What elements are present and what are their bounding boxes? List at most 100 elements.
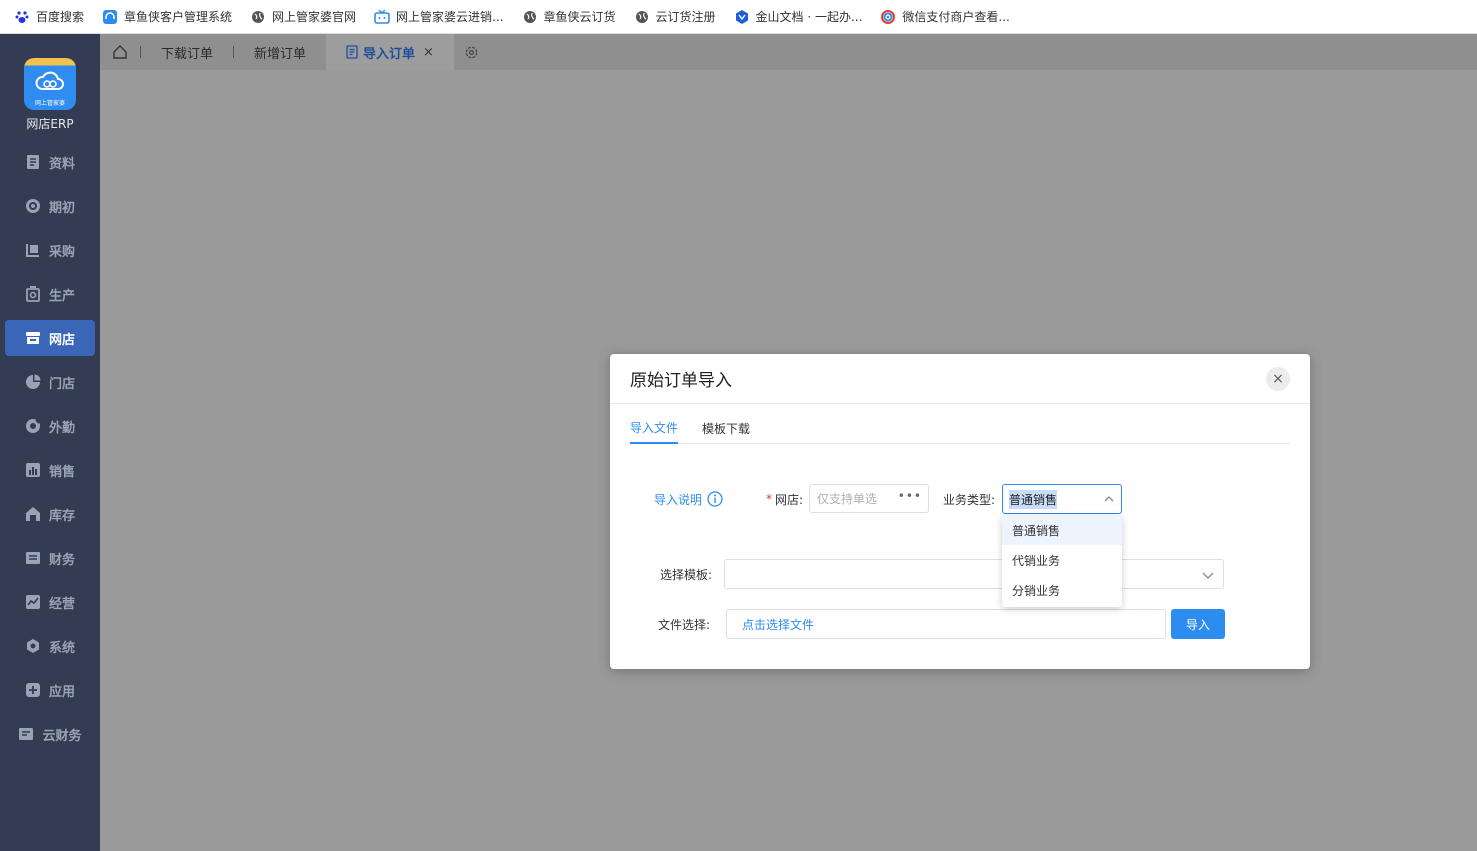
compass-icon [25,419,40,433]
tab-import-orders[interactable]: 导入订单 × [326,34,454,70]
bookmark-guanjiapo-official[interactable]: 网上管家婆官网 [250,8,356,25]
baidu-paw-icon [14,9,30,25]
bookmark-label: 微信支付商户查看... [902,10,1010,24]
template-row: 选择模板: [610,559,1310,589]
file-row: 文件选择: 点击选择文件 导入 [610,609,1310,639]
shop-label: * 网店: [766,484,803,514]
sidebar-item-label: 系统 [48,640,75,656]
choose-file-button[interactable]: 点击选择文件 [726,609,1166,639]
sidebar-item-label: 销售 [48,464,75,480]
tab-import-file[interactable]: 导入文件 [630,412,679,444]
tab-bar: 下载订单 新增订单 导入订单 × [100,34,1477,70]
sidebar-item-cloud-finance[interactable]: 云财务 [5,716,95,752]
warehouse-icon [25,507,40,521]
logo-caption: 网上管家婆 [34,100,65,107]
sidebar-item-field-work[interactable]: 外勤 [5,408,95,444]
template-label: 选择模板: [660,567,713,582]
globe-icon [522,9,538,25]
globe-icon [250,9,266,25]
tab-download-orders[interactable]: 下载订单 [141,34,233,70]
sidebar-item-label: 库存 [48,508,75,524]
bookmark-baidu[interactable]: 百度搜索 [14,8,84,25]
store-icon [25,332,40,344]
sidebar-item-label: 资料 [48,156,75,172]
sidebar-item-label: 应用 [48,684,75,700]
option-normal-sales[interactable]: 普通销售 [1002,515,1122,545]
sidebar-item-label: 经营 [48,596,75,612]
sidebar-item-label: 财务 [48,552,75,568]
template-select[interactable] [724,559,1224,589]
colorful-circle-icon [880,9,896,25]
sidebar-item-opening[interactable]: 期初 [5,188,95,224]
app-name: 网店ERP [26,117,74,131]
sidebar-item-operations[interactable]: 经营 [5,584,95,620]
bookmark-cloud-order-register[interactable]: 云订货注册 [634,8,716,25]
home-icon [113,45,127,59]
sidebar-item-label: 门店 [48,376,75,392]
info-icon [707,491,723,507]
sidebar-item-label: 生产 [48,288,75,304]
bookmark-label: 百度搜索 [36,10,85,24]
chevron-up-icon [1104,496,1114,502]
import-help-link[interactable]: 导入说明 [654,484,723,514]
bar-chart-icon [25,463,40,477]
bookmarks-bar: 百度搜索 章鱼侠客户管理系统 网上管家婆官网 网上管家婆云进销... 章鱼侠云订… [0,0,1477,34]
sidebar: 网上管家婆 网店ERP 资料 期初 采购 生产 网店 门店 外勤 销售 库存 财… [0,34,100,851]
home-tab[interactable] [100,44,140,60]
import-order-dialog: 原始订单导入 × 导入文件 模板下载 导入说明 * 网店: 仅支持单选 ••• … [610,354,1310,669]
shop-placeholder: 仅支持单选 [817,492,878,506]
tab-new-order[interactable]: 新增订单 [234,34,326,70]
shop-input[interactable]: 仅支持单选 ••• [809,484,929,513]
shop-label-text: 网店: [775,492,804,507]
app-logo[interactable]: 网上管家婆 [24,58,76,110]
bookmark-octopus-order[interactable]: 章鱼侠云订货 [522,8,616,25]
trend-icon [25,595,40,609]
bookmark-label: 云订货注册 [655,10,716,24]
cloud-logo-icon [35,71,64,90]
sidebar-item-data[interactable]: 资料 [5,144,95,180]
sidebar-item-sales[interactable]: 销售 [5,452,95,488]
cloud-ledger-icon [19,728,34,740]
sidebar-item-physical-store[interactable]: 门店 [5,364,95,400]
bookmark-guanjiapo-cloud[interactable]: 网上管家婆云进销... [374,8,504,25]
sidebar-item-purchase[interactable]: 采购 [5,232,95,268]
bookmark-label: 章鱼侠云订货 [543,10,616,24]
option-consignment[interactable]: 代销业务 [1002,545,1122,575]
sidebar-item-apps[interactable]: 应用 [5,672,95,708]
required-mark: * [766,492,772,506]
close-icon[interactable]: × [1266,367,1290,391]
dialog-tabs: 导入文件 模板下载 [630,412,1290,444]
bookmark-label: 网上管家婆官网 [272,10,357,24]
business-type-select[interactable]: 普通销售 [1002,484,1122,514]
target-icon [25,199,40,213]
sidebar-item-label: 外勤 [48,420,75,436]
sidebar-item-label: 网店 [48,332,75,348]
sidebar-item-inventory[interactable]: 库存 [5,496,95,532]
sidebar-item-finance[interactable]: 财务 [5,540,95,576]
sidebar-item-online-store[interactable]: 网店 [5,320,95,356]
tab-close-icon[interactable]: × [423,45,434,60]
plus-square-icon [25,683,40,697]
tab-settings[interactable] [464,45,479,60]
bookmark-wechat-pay[interactable]: 微信支付商户查看... [880,8,1010,25]
bookmark-label: 金山文档 · 一起办... [755,10,863,24]
more-icon[interactable]: ••• [898,489,922,503]
business-type-label: 业务类型: [943,492,996,507]
tab-template-download[interactable]: 模板下载 [702,412,750,444]
ledger-icon [25,552,40,564]
chevron-down-icon [1202,572,1214,579]
bookmark-kdocs[interactable]: 金山文档 · 一起办... [734,8,863,25]
form-icon [346,45,358,59]
option-distribution[interactable]: 分销业务 [1002,575,1122,605]
factory-icon [26,286,40,302]
sidebar-item-production[interactable]: 生产 [5,276,95,312]
sidebar-item-label: 采购 [48,244,75,260]
file-label: 文件选择: [658,617,711,632]
import-button[interactable]: 导入 [1171,609,1225,639]
bookmark-octopus-crm[interactable]: 章鱼侠客户管理系统 [102,8,232,25]
tab-label: 导入订单 [363,46,416,62]
bookmark-label: 网上管家婆云进销... [396,10,504,24]
pie-icon [25,374,41,389]
sidebar-item-system[interactable]: 系统 [5,628,95,664]
tab-label: 新增订单 [254,46,307,62]
